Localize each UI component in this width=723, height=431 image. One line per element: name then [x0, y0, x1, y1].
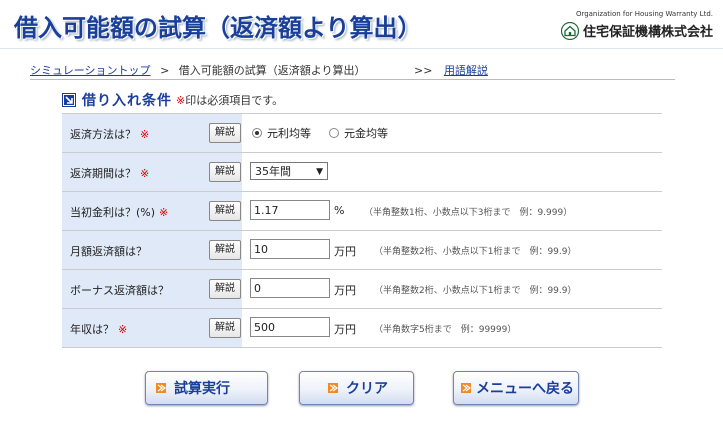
- header-divider: [0, 48, 723, 49]
- section-arrow-icon: [62, 93, 76, 107]
- page-header: 借入可能額の試算（返済額より算出） Organization for Housi…: [0, 0, 723, 50]
- brand: Organization for Housing Warranty Ltd. 住…: [523, 10, 713, 42]
- arrow-right-icon: [461, 383, 471, 393]
- repayment-method-radios: 元利均等 元金均等: [252, 125, 406, 141]
- arrow-right-icon: [156, 383, 166, 393]
- initial-rate-hint: （半角整数1桁、小数点以下3桁まで 例：9.999）: [364, 208, 573, 218]
- breadcrumb-separator: >: [160, 64, 170, 77]
- help-button-repayment-method[interactable]: 解説: [209, 123, 241, 143]
- row-bonus-payment: ボーナス返済額は？ 解説 万円 （半角整数2桁、小数点以下1桁まで 例：99.9…: [62, 270, 662, 309]
- radio-unchecked-icon: [329, 128, 339, 138]
- annual-income-label: 年収は？ ※: [70, 323, 128, 336]
- initial-rate-input[interactable]: [250, 200, 330, 220]
- action-buttons: 試算実行 クリア メニューへ戻る: [0, 371, 723, 411]
- help-button-bonus-payment[interactable]: 解説: [209, 279, 241, 299]
- row-repayment-period: 返済期間は？ ※ 解説 35年間 ▼: [62, 153, 662, 192]
- help-button-initial-rate[interactable]: 解説: [209, 201, 241, 221]
- row-initial-rate: 当初金利は？(%)※ 解説 % （半角整数1桁、小数点以下3桁まで 例：9.99…: [62, 192, 662, 231]
- calculate-button[interactable]: 試算実行: [145, 371, 268, 405]
- glossary-link[interactable]: 用語解説: [444, 64, 488, 77]
- required-mark: ※: [118, 323, 128, 336]
- monthly-payment-label: 月額返済額は？: [70, 245, 147, 258]
- radio-equal-principal[interactable]: 元金均等: [329, 125, 388, 141]
- bonus-payment-input[interactable]: [250, 278, 330, 298]
- annual-income-unit: 万円: [334, 323, 356, 336]
- bonus-payment-unit: 万円: [334, 284, 356, 297]
- loan-conditions-form: 返済方法は？ ※ 解説 元利均等 元金均等 返済期間は？ ※ 解説 35年間 ▼…: [62, 113, 662, 348]
- help-button-annual-income[interactable]: 解説: [209, 318, 241, 338]
- glossary-arrow: >>: [414, 64, 433, 77]
- section-title: 借り入れ条件: [82, 93, 172, 109]
- row-repayment-method: 返済方法は？ ※ 解説 元利均等 元金均等: [62, 114, 662, 153]
- brand-name: 住宅保証機構株式会社: [582, 25, 713, 40]
- clear-button[interactable]: クリア: [299, 371, 414, 405]
- initial-rate-label: 当初金利は？(%) ※: [70, 206, 169, 219]
- page-title: 借入可能額の試算（返済額より算出）: [14, 14, 422, 42]
- radio-equal-installment[interactable]: 元利均等: [252, 125, 311, 141]
- required-note: ※印は必須項目です。: [176, 94, 284, 107]
- help-button-repayment-period[interactable]: 解説: [209, 162, 241, 182]
- breadcrumb-current: 借入可能額の試算（返済額より算出）: [178, 64, 366, 77]
- repayment-period-label: 返済期間は？ ※: [70, 167, 150, 180]
- monthly-payment-input[interactable]: [250, 239, 330, 259]
- required-mark: ※: [159, 206, 169, 219]
- back-to-menu-button[interactable]: メニューへ戻る: [453, 371, 579, 405]
- repayment-method-label: 返済方法は？ ※: [70, 128, 150, 141]
- brand-english-name: Organization for Housing Warranty Ltd.: [575, 10, 713, 18]
- row-monthly-payment: 月額返済額は？ 解説 万円 （半角整数2桁、小数点以下1桁まで 例：99.9）: [62, 231, 662, 270]
- house-logo-icon: [560, 21, 579, 40]
- bonus-payment-label: ボーナス返済額は？: [70, 284, 169, 297]
- breadcrumb-home-link[interactable]: シミュレーショントップ: [30, 64, 151, 77]
- monthly-payment-hint: （半角整数2桁、小数点以下1桁まで 例：99.9）: [374, 247, 577, 257]
- bonus-payment-hint: （半角整数2桁、小数点以下1桁まで 例：99.9）: [374, 286, 577, 296]
- required-mark: ※: [140, 167, 150, 180]
- caret-down-icon: ▼: [316, 167, 323, 177]
- help-button-monthly-payment[interactable]: 解説: [209, 240, 241, 260]
- section-heading: 借り入れ条件 ※印は必須項目です。: [62, 90, 283, 110]
- annual-income-hint: （半角数字5桁まで 例：99999）: [374, 325, 517, 335]
- glossary: >> 用語解説: [414, 62, 488, 78]
- row-annual-income: 年収は？※ 解説 万円 （半角数字5桁まで 例：99999）: [62, 309, 662, 348]
- breadcrumb-divider: [30, 79, 675, 80]
- breadcrumb: シミュレーショントップ > 借入可能額の試算（返済額より算出）: [30, 62, 366, 78]
- annual-income-input[interactable]: [250, 317, 330, 337]
- initial-rate-unit: %: [334, 204, 345, 217]
- arrow-right-icon: [328, 383, 338, 393]
- monthly-payment-unit: 万円: [334, 245, 356, 258]
- required-mark: ※: [140, 128, 150, 141]
- radio-checked-icon: [252, 128, 262, 138]
- repayment-period-select[interactable]: 35年間 ▼: [250, 162, 328, 180]
